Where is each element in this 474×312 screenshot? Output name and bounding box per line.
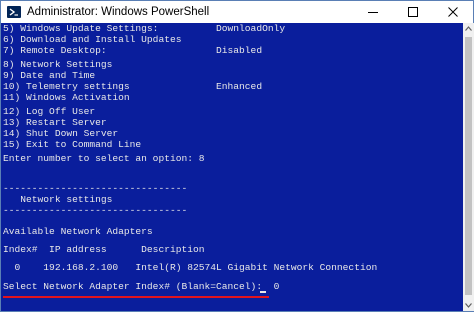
console-line: -------------------------------- (3, 205, 188, 216)
vertical-scrollbar[interactable] (463, 23, 474, 311)
text-cursor (260, 291, 266, 293)
window-title: Administrator: Windows PowerShell (27, 6, 210, 18)
console-line: Available Network Adapters (3, 226, 153, 237)
scroll-down-button[interactable] (463, 300, 474, 311)
powershell-icon[interactable] (7, 6, 21, 18)
maximize-icon (408, 7, 418, 17)
console-line: 0 192.168.2.100 Intel(R) 82574L Gigabit … (3, 262, 378, 273)
scroll-up-button[interactable] (463, 23, 474, 34)
title-bar[interactable]: Administrator: Windows PowerShell (1, 1, 473, 23)
chevron-up-icon (465, 26, 472, 31)
console-prompt-line[interactable]: Select Network Adapter Index# (Blank=Can… (3, 281, 279, 293)
highlight-underline (3, 296, 269, 298)
minimize-button[interactable] (353, 1, 393, 23)
console-line: 15) Exit to Command Line (3, 139, 142, 150)
scroll-thumb[interactable] (465, 37, 472, 295)
console-output[interactable]: 5) Windows Update Settings: DownloadOnly… (1, 23, 463, 311)
chevron-down-icon (465, 303, 472, 308)
close-button[interactable] (433, 1, 473, 23)
window-controls (353, 1, 473, 23)
close-icon (448, 7, 458, 17)
powershell-window: Administrator: Windows PowerShell 5) Win… (0, 0, 474, 312)
console-line: 7) Remote Desktop: Disabled (3, 45, 263, 56)
console-line: 11) Windows Activation (3, 92, 130, 103)
maximize-button[interactable] (393, 1, 433, 23)
console-line: Index# IP address Description (3, 244, 205, 255)
minimize-icon (368, 12, 378, 13)
console-line: Enter number to select an option: 8 (3, 153, 205, 164)
